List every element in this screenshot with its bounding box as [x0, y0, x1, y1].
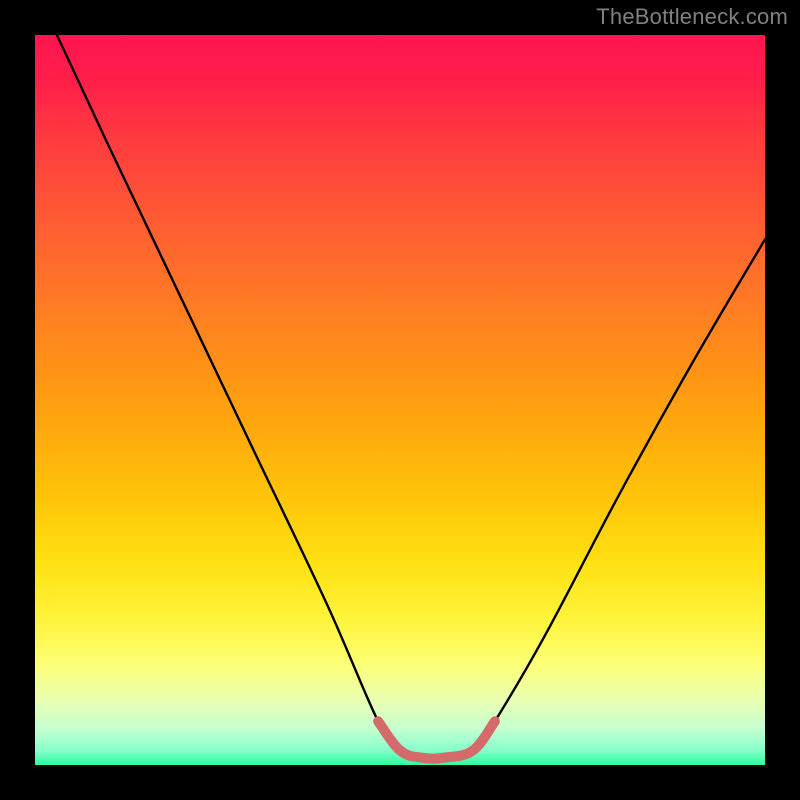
bottleneck-curve-path: [57, 35, 765, 759]
watermark-text: TheBottleneck.com: [596, 4, 788, 30]
curve-layer: [35, 35, 765, 765]
chart-frame: TheBottleneck.com: [0, 0, 800, 800]
plot-area: [35, 35, 765, 765]
bottom-highlight-path: [378, 721, 495, 758]
